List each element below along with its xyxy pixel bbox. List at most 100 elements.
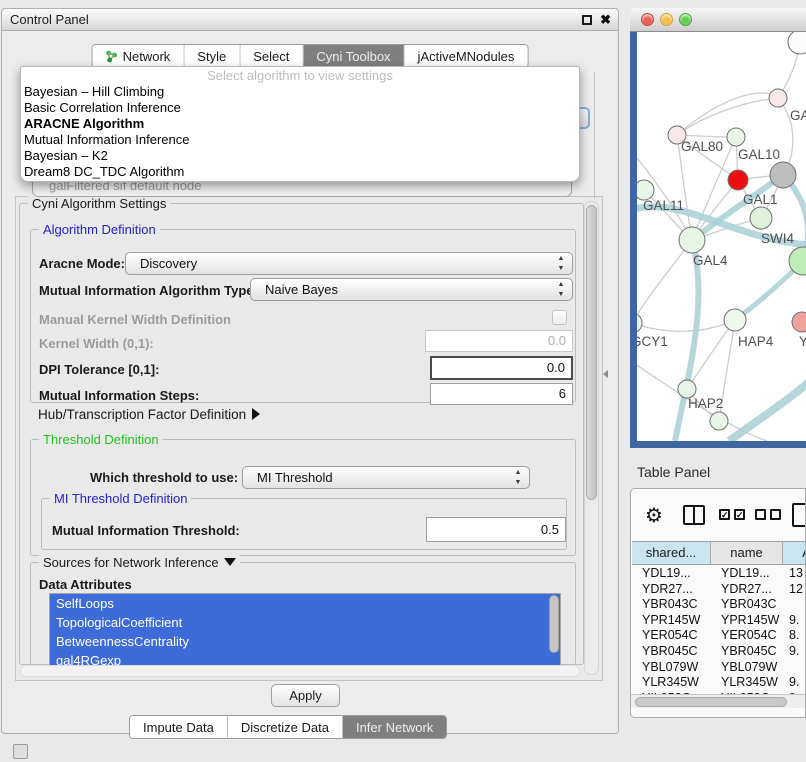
table-cell: YDL19... <box>632 566 711 582</box>
minimize-traffic-light-icon[interactable] <box>660 13 673 26</box>
network-node[interactable] <box>637 313 642 333</box>
threshold-definition-title: Threshold Definition <box>39 432 163 447</box>
sources-group: Sources for Network Inference Data Attri… <box>30 562 576 666</box>
table-row[interactable]: YER054CYER054C8. <box>632 628 806 644</box>
sources-title[interactable]: Sources for Network Inference <box>39 555 240 570</box>
select-all-columns-icon[interactable]: ✓✓ <box>719 509 745 520</box>
dpi-tolerance-field[interactable]: 0.0 <box>430 356 573 380</box>
algorithm-option[interactable]: Mutual Information Inference <box>21 132 579 148</box>
mi-threshold-group: MI Threshold Definition Mutual Informati… <box>41 498 567 550</box>
mi-threshold-title: MI Threshold Definition <box>50 491 191 506</box>
aracne-mode-label: Aracne Mode: <box>39 256 125 271</box>
hub-definition-expander[interactable]: Hub/Transcription Factor Definition <box>38 407 260 422</box>
attribute-list-item[interactable]: BetweennessCentrality <box>50 632 560 651</box>
table-cell: 9. <box>783 644 806 660</box>
aracne-mode-value: Discovery <box>140 256 197 271</box>
algorithm-dropdown: Select algorithm to view settings Bayesi… <box>20 66 580 182</box>
network-graph: GALGAL80GAL10GAL1GAL11SWI4GAL4GCY1HAP4YH… <box>637 32 806 441</box>
gear-icon[interactable]: ⚙ <box>645 503 663 527</box>
network-node[interactable] <box>788 32 806 54</box>
node-label: GAL <box>790 108 806 123</box>
combo-arrows-icon: ▲▼ <box>513 468 523 488</box>
algorithm-option[interactable]: Bayesian – Hill Climbing <box>21 84 579 100</box>
network-node[interactable] <box>727 128 745 146</box>
algorithm-option[interactable]: Dream8 DC_TDC Algorithm <box>21 164 579 180</box>
table-rows: YDL19...YDL19...13YDR27...YDR27...12YBR0… <box>632 566 806 706</box>
network-node[interactable] <box>724 309 746 331</box>
algorithm-option[interactable]: Basic Correlation Inference <box>21 100 579 116</box>
apply-button[interactable]: Apply <box>271 684 340 707</box>
screen: Control Panel ✖ Network Style SelectCyni T… <box>0 0 806 762</box>
table-horizontal-scrollbar[interactable] <box>631 694 805 708</box>
algorithm-option[interactable]: ARACNE Algorithm <box>21 116 579 132</box>
collapsed-panel-button[interactable] <box>13 744 28 759</box>
hub-definition-label: Hub/Transcription Factor Definition <box>38 407 246 422</box>
tab-select[interactable]: Select <box>240 45 303 67</box>
tab-infer-network[interactable]: Infer Network <box>343 716 446 738</box>
network-node[interactable] <box>750 207 772 229</box>
network-node[interactable] <box>769 89 787 107</box>
column-header[interactable]: A <box>783 542 806 564</box>
close-icon[interactable]: ✖ <box>600 12 611 28</box>
aracne-mode-select[interactable]: Discovery ▲▼ <box>125 252 573 275</box>
table-row[interactable]: YBL079WYBL079W <box>632 660 806 676</box>
algorithm-dropdown-placeholder: Select algorithm to view settings <box>21 67 579 84</box>
tab-jactivemnodules[interactable]: jActiveMNodules <box>405 45 528 67</box>
network-node[interactable] <box>637 180 654 200</box>
kernel-width-field[interactable]: 0.0 <box>425 330 573 352</box>
tab-impute-data[interactable]: Impute Data <box>130 716 228 738</box>
network-node[interactable] <box>792 312 806 332</box>
close-traffic-light-icon[interactable] <box>641 13 654 26</box>
node-label: GAL11 <box>643 198 684 213</box>
table-row[interactable]: YPR145WYPR145W9. <box>632 613 806 629</box>
document-icon[interactable] <box>792 503 806 527</box>
splitter-collapse-icon[interactable] <box>603 370 608 378</box>
network-node[interactable] <box>679 227 705 253</box>
table-cell: 12 <box>783 582 806 598</box>
network-canvas[interactable]: GALGAL80GAL10GAL1GAL11SWI4GAL4GCY1HAP4YH… <box>637 32 806 441</box>
column-header[interactable]: shared... <box>632 542 711 564</box>
tab-label: Style <box>197 49 226 64</box>
table-row[interactable]: YLR345WYLR345W9. <box>632 675 806 691</box>
network-node[interactable] <box>770 162 796 188</box>
tab-network[interactable]: Network <box>93 45 185 67</box>
table-toolbar: ⚙ ✓✓ <box>631 499 805 535</box>
attribute-list-item[interactable]: SelfLoops <box>50 594 560 613</box>
settings-vertical-scrollbar[interactable] <box>584 201 599 675</box>
table-cell <box>783 660 806 676</box>
table-row[interactable]: YDR27...YDR27...12 <box>632 582 806 598</box>
attribute-list-item[interactable]: TopologicalCoefficient <box>50 613 560 632</box>
table-scrollbar-thumb[interactable] <box>635 697 787 707</box>
column-header[interactable]: name <box>711 542 783 564</box>
network-node[interactable] <box>728 170 748 190</box>
control-panel-window: Control Panel ✖ Network Style SelectCyni T… <box>1 8 619 734</box>
settings-horizontal-scrollbar[interactable] <box>20 665 580 677</box>
float-window-icon[interactable] <box>582 15 592 25</box>
control-panel-titlebar[interactable]: Control Panel ✖ <box>2 9 618 31</box>
zoom-traffic-light-icon[interactable] <box>679 13 692 26</box>
mi-type-select[interactable]: Naive Bayes ▲▼ <box>250 278 573 301</box>
manual-kernel-checkbox[interactable] <box>552 310 567 325</box>
algorithm-option[interactable]: Bayesian – K2 <box>21 148 579 164</box>
table-row[interactable]: YBR043CYBR043C <box>632 597 806 613</box>
algorithm-dropdown-items: Bayesian – Hill ClimbingBasic Correlatio… <box>21 84 579 180</box>
network-node[interactable] <box>710 412 728 430</box>
tab-cyni-toolbox[interactable]: Cyni Toolbox <box>303 45 404 67</box>
table-cell <box>783 597 806 613</box>
tab-label: jActiveMNodules <box>418 49 515 64</box>
deselect-all-columns-icon[interactable] <box>755 509 781 520</box>
tab-style[interactable]: Style <box>184 45 240 67</box>
settings-scrollbar-thumb[interactable] <box>586 205 597 500</box>
table-row[interactable]: YBR045CYBR045C9. <box>632 644 806 660</box>
table-cell: YBR043C <box>711 597 783 613</box>
table-cell: YLR345W <box>632 675 711 691</box>
columns-icon[interactable] <box>683 505 705 525</box>
mi-steps-field[interactable]: 6 <box>430 383 573 405</box>
table-row[interactable]: YDL19...YDL19...13 <box>632 566 806 582</box>
tab-discretize-data[interactable]: Discretize Data <box>228 716 343 738</box>
which-threshold-select[interactable]: MI Threshold ▲▼ <box>242 466 530 489</box>
table-cell: 9. <box>783 675 806 691</box>
network-window-titlebar[interactable] <box>630 8 806 32</box>
mi-threshold-field[interactable]: 0.5 <box>426 517 566 542</box>
list-scrollbar-thumb[interactable] <box>549 595 559 653</box>
